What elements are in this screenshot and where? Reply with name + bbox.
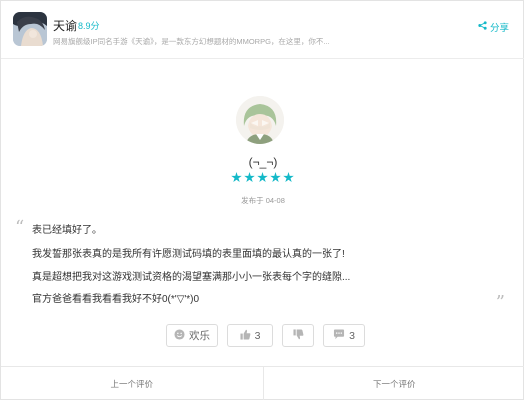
review-actions: 欢乐 3 3 bbox=[166, 324, 365, 347]
share-icon bbox=[478, 21, 487, 33]
star-icon bbox=[244, 172, 255, 183]
downvote-button[interactable] bbox=[282, 324, 314, 347]
review-page: 天谕 8.9分 网易旗舰级IP同名手游《天谕》，是一款东方幻想题材的MMORPG… bbox=[0, 0, 524, 400]
open-quote-mark: “ bbox=[15, 217, 25, 238]
app-header: 天谕 8.9分 网易旗舰级IP同名手游《天谕》，是一款东方幻想题材的MMORPG… bbox=[1, 1, 524, 59]
review-text-line: 我发誓那张表真的是我所有许愿测试码填的表里面填的最认真的一张了! bbox=[32, 249, 345, 260]
star-icon bbox=[257, 172, 268, 183]
next-review-link[interactable]: 下一个评价 bbox=[262, 367, 524, 400]
app-description: 网易旗舰级IP同名手游《天谕》，是一款东方幻想题材的MMORPG，在这里，你不.… bbox=[53, 37, 330, 46]
app-name[interactable]: 天谕 bbox=[53, 17, 77, 34]
smile-icon bbox=[174, 328, 185, 343]
star-icon bbox=[283, 172, 294, 183]
comment-icon bbox=[333, 328, 345, 343]
fun-label: 欢乐 bbox=[189, 330, 210, 342]
share-button[interactable]: 分享 bbox=[478, 20, 509, 34]
avatar[interactable] bbox=[236, 96, 284, 144]
upvote-count: 3 bbox=[254, 329, 261, 342]
review-text-line: 官方爸爸看看我看看我好不好0(*'▽'*)0 bbox=[32, 294, 200, 305]
review-text-line: 表已经填好了。 bbox=[32, 225, 102, 236]
app-icon[interactable] bbox=[13, 12, 47, 46]
rating-stars bbox=[231, 172, 294, 183]
reviewer-name: (¬_¬) bbox=[248, 155, 278, 169]
thumbs-up-icon bbox=[240, 329, 251, 343]
share-label: 分享 bbox=[489, 23, 509, 34]
post-date: 发布于 04-08 bbox=[241, 196, 285, 205]
review-navigation: 上一个评价 下一个评价 bbox=[1, 366, 524, 400]
close-quote-mark: ” bbox=[495, 292, 505, 313]
thumbs-down-icon bbox=[292, 328, 304, 343]
app-score: 8.9分 bbox=[78, 21, 100, 31]
review-text-line: 真是超想把我对这游戏测试资格的渴望塞满那小小一张表每个字的缝隙... bbox=[32, 272, 351, 283]
previous-review-link[interactable]: 上一个评价 bbox=[1, 367, 263, 400]
reply-button[interactable]: 3 bbox=[323, 324, 365, 347]
star-icon bbox=[231, 172, 242, 183]
star-icon bbox=[270, 172, 281, 183]
upvote-button[interactable]: 3 bbox=[227, 324, 273, 347]
fun-button[interactable]: 欢乐 bbox=[166, 324, 218, 347]
reply-count: 3 bbox=[349, 329, 355, 342]
